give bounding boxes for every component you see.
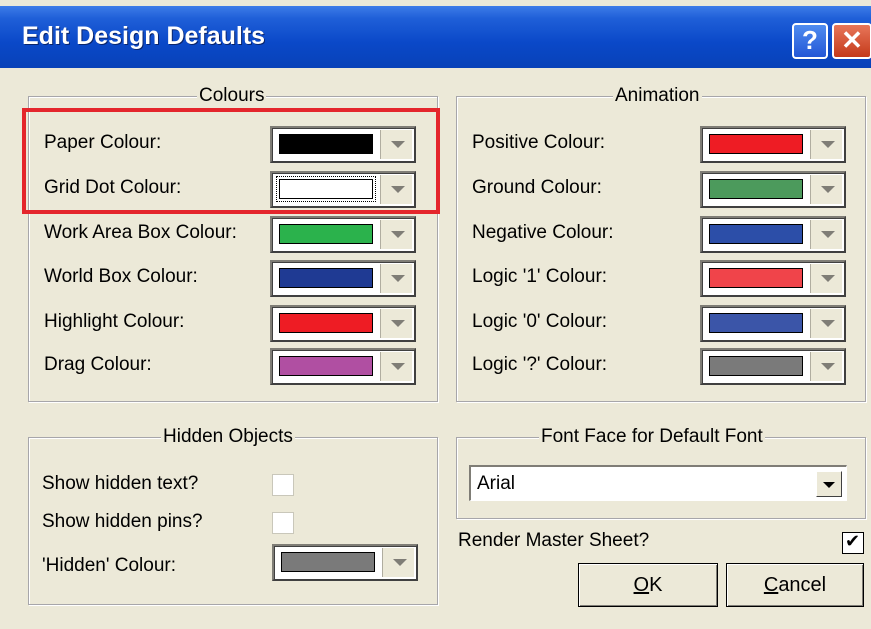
positive-colour-label: Positive Colour:	[472, 132, 606, 153]
hidden-colour-picker[interactable]	[272, 544, 418, 581]
logic-1-colour-label: Logic '1' Colour:	[472, 266, 608, 287]
chevron-down-icon[interactable]	[810, 264, 842, 293]
colour-swatch	[279, 224, 373, 244]
chevron-down-icon[interactable]	[380, 309, 412, 338]
logic-0-colour-label: Logic '0' Colour:	[472, 311, 608, 332]
close-button[interactable]: ✕	[832, 23, 871, 59]
colour-swatch	[709, 224, 803, 244]
chevron-down-icon[interactable]	[380, 220, 412, 249]
cancel-button[interactable]: Cancel	[726, 563, 864, 607]
ok-label: K	[649, 574, 663, 596]
chevron-down-icon[interactable]	[382, 548, 414, 577]
highlight-colour-picker[interactable]	[270, 305, 416, 342]
ok-button[interactable]: OK	[578, 563, 718, 607]
animation-legend: Animation	[613, 85, 702, 107]
render-master-sheet-label: Render Master Sheet?	[458, 530, 650, 551]
show-hidden-pins-checkbox[interactable]	[272, 512, 294, 534]
drag-colour-picker[interactable]	[270, 348, 416, 385]
positive-colour-picker[interactable]	[700, 126, 846, 163]
cancel-label: ancel	[778, 574, 827, 596]
ground-colour-label: Ground Colour:	[472, 177, 602, 198]
negative-colour-label: Negative Colour:	[472, 222, 614, 243]
annotation-highlight-box	[22, 108, 440, 214]
chevron-down-icon[interactable]	[810, 175, 842, 204]
ground-colour-picker[interactable]	[700, 171, 846, 208]
chevron-down-icon[interactable]	[816, 471, 842, 497]
chevron-down-icon[interactable]	[810, 309, 842, 338]
show-hidden-text-label: Show hidden text?	[42, 473, 199, 494]
show-hidden-pins-label: Show hidden pins?	[42, 511, 203, 532]
colours-legend: Colours	[197, 85, 267, 107]
world-box-colour-picker[interactable]	[270, 260, 416, 297]
colour-swatch	[279, 356, 373, 376]
colour-swatch	[279, 313, 373, 333]
chevron-down-icon[interactable]	[810, 220, 842, 249]
colour-swatch	[709, 313, 803, 333]
chevron-down-icon[interactable]	[380, 264, 412, 293]
ok-accelerator: O	[633, 574, 650, 596]
chevron-down-icon[interactable]	[810, 352, 842, 381]
colour-swatch	[709, 179, 803, 199]
colour-swatch	[281, 552, 375, 572]
world-box-colour-label: World Box Colour:	[44, 266, 198, 287]
font-face-legend: Font Face for Default Font	[539, 426, 765, 448]
logic-0-colour-picker[interactable]	[700, 305, 846, 342]
dialog-window: Edit Design Defaults ? ✕ Colours Paper C…	[0, 0, 871, 629]
logic-unknown-colour-picker[interactable]	[700, 348, 846, 385]
hidden-colour-label: 'Hidden' Colour:	[42, 555, 176, 576]
colour-swatch	[709, 356, 803, 376]
show-hidden-text-checkbox[interactable]	[272, 474, 294, 496]
render-master-sheet-checkbox[interactable]	[842, 531, 864, 554]
work-area-box-colour-picker[interactable]	[270, 216, 416, 253]
colour-swatch	[279, 268, 373, 288]
work-area-box-colour-label: Work Area Box Colour:	[44, 222, 237, 243]
cancel-accelerator: C	[763, 574, 779, 596]
logic-unknown-colour-label: Logic '?' Colour:	[472, 354, 608, 375]
title-bar: Edit Design Defaults ? ✕	[0, 6, 871, 68]
chevron-down-icon[interactable]	[380, 352, 412, 381]
highlight-colour-label: Highlight Colour:	[44, 311, 185, 332]
colour-swatch	[709, 134, 803, 154]
chevron-down-icon[interactable]	[810, 130, 842, 159]
help-button[interactable]: ?	[792, 23, 828, 59]
logic-1-colour-picker[interactable]	[700, 260, 846, 297]
colour-swatch	[709, 268, 803, 288]
drag-colour-label: Drag Colour:	[44, 354, 152, 375]
window-title: Edit Design Defaults	[22, 22, 266, 50]
negative-colour-picker[interactable]	[700, 216, 846, 253]
hidden-objects-legend: Hidden Objects	[161, 426, 295, 448]
font-face-select[interactable]: Arial	[469, 465, 847, 501]
font-face-value: Arial	[477, 473, 516, 494]
